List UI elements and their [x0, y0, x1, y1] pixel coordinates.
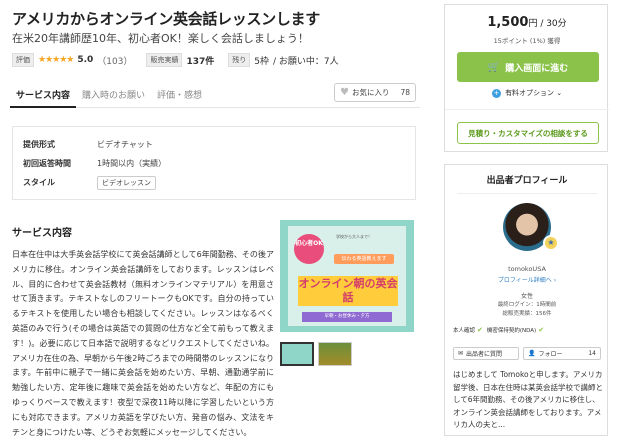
- info-row-format: 提供形式 ビデオチャット: [23, 135, 405, 154]
- format-value: ビデオチャット: [97, 140, 153, 149]
- points-earned: 15ポイント (1%) 獲得: [493, 37, 561, 45]
- service-stats: 評価 ★★★★★ 5.0 （103） 販売実績 137件 残り 5枠 / お願い…: [12, 53, 339, 67]
- service-info-box: 提供形式 ビデオチャット 初回返答時間 1時間以内（実績） スタイル ビデオレッ…: [12, 126, 416, 200]
- price-box: 1,500円 / 30分 15ポイント (1%) 獲得 🛒 購入画面に進む + …: [444, 4, 609, 152]
- sales-tag: 販売実績: [146, 53, 183, 67]
- total-sales: 総販売実績：156件: [502, 311, 552, 317]
- page-title: アメリカからオンライン英会話レッスンします: [12, 10, 320, 28]
- cart-icon: 🛒: [487, 61, 501, 73]
- tab-reviews[interactable]: 評価・感想: [151, 80, 208, 108]
- seller-gender: 女性: [520, 293, 533, 300]
- remaining-value: 5枠: [254, 56, 270, 67]
- hero-image[interactable]: 初心者OK 学校から大人まで！ 伝わる英語教えます オンライン朝の英会話 早朝・…: [280, 220, 414, 332]
- message-label: 出品者に質問: [466, 351, 503, 358]
- sales-count: 137件: [186, 56, 215, 67]
- identity-verified-label: 本人確認: [453, 328, 476, 334]
- hero-main-text: オンライン朝の英会話: [298, 276, 398, 306]
- style-label: スタイル: [23, 178, 55, 187]
- check-icon: ✔: [477, 326, 483, 334]
- section-title: サービス内容: [12, 228, 72, 239]
- seller-intro: はじめまして Tomokoと申します。アメリカ留学後、日本在住時は某英会話学校で…: [453, 370, 603, 429]
- plus-icon: +: [491, 89, 501, 98]
- heart-icon: ♥: [340, 87, 349, 98]
- service-description: 日本在住中は大手英会話学校にて英会話講師として6年間勤務、その後アメリカに移住。…: [12, 250, 274, 436]
- format-label: 提供形式: [23, 140, 55, 149]
- page-subtitle: 在米20年講師歴10年、初心者OK！楽しく会話しましょう！: [12, 32, 309, 45]
- hero-banner: 伝わる英語教えます: [334, 254, 394, 264]
- nda-label: 機密保持契約(NDA): [486, 328, 537, 334]
- service-main: アメリカからオンライン英会話レッスンします 在米20年講師歴10年、初心者OK！…: [10, 0, 420, 436]
- favorite-count: 78: [400, 88, 410, 97]
- seller-profile: 出品者プロフィール ★ tomokoUSA プロフィール詳細へ › 女性 最終ロ…: [444, 164, 608, 436]
- thumbnail-2[interactable]: [318, 342, 352, 366]
- verification-row: 本人確認 ✔ 機密保持契約(NDA) ✔: [453, 326, 548, 334]
- divider: [445, 109, 609, 110]
- last-login: 最終ログイン：1時間前: [497, 302, 557, 308]
- service-tabs: サービス内容 購入時のお願い 評価・感想 ♥ お気に入り 78: [10, 80, 420, 108]
- review-count[interactable]: （103）: [97, 54, 132, 67]
- profile-detail-link[interactable]: プロフィール詳細へ ›: [445, 275, 609, 284]
- buy-button[interactable]: 🛒 購入画面に進む: [457, 52, 599, 82]
- user-plus-icon: 👤: [528, 350, 536, 357]
- image-thumbnails: [280, 342, 356, 366]
- negotiating-count: / お願い中：7人: [273, 56, 339, 67]
- beginner-badge: 初心者OK: [294, 234, 324, 264]
- rating-value: 5.0: [77, 55, 94, 65]
- response-label: 初回返答時間: [23, 159, 71, 168]
- info-row-style: スタイル ビデオレッスン: [23, 173, 405, 192]
- follow-button[interactable]: 👤 フォロー 14: [523, 347, 601, 360]
- price: 1,500円 / 30分: [445, 15, 609, 30]
- response-value: 1時間以内（実績）: [97, 159, 167, 168]
- hero-bottom-text: 早朝・お昼休み・夕方: [302, 312, 392, 322]
- consult-button[interactable]: 見積り・カスタマイズの相談をする: [457, 122, 599, 144]
- chevron-down-icon: ⌄: [556, 89, 563, 97]
- hero-small-text: 学校から大人まで！: [336, 234, 372, 239]
- thumbnail-1[interactable]: [280, 342, 314, 366]
- tab-purchase-request[interactable]: 購入時のお願い: [76, 80, 151, 108]
- divider: [457, 193, 597, 194]
- profile-actions: ✉ 出品者に質問 👤 フォロー 14: [453, 347, 605, 360]
- follow-count: 14: [588, 350, 596, 357]
- option-label: 有料オプション: [505, 89, 555, 97]
- favorite-button[interactable]: ♥ お気に入り 78: [334, 83, 416, 102]
- follow-label: フォロー: [538, 351, 563, 358]
- mail-icon: ✉: [458, 350, 464, 357]
- remaining-tag: 残り: [228, 53, 251, 67]
- favorite-label: お気に入り: [351, 88, 390, 97]
- profile-title: 出品者プロフィール: [486, 176, 568, 186]
- rating-tag: 評価: [12, 53, 34, 67]
- paid-option-link[interactable]: + 有料オプション ⌄: [445, 88, 609, 98]
- price-value: 1,500: [487, 15, 529, 30]
- hero-inner: 初心者OK 学校から大人まで！ 伝わる英語教えます オンライン朝の英会話 早朝・…: [288, 226, 406, 326]
- price-unit: 円 / 30分: [528, 19, 567, 29]
- sidebar: 1,500円 / 30分 15ポイント (1%) 獲得 🛒 購入画面に進む + …: [440, 0, 610, 436]
- info-row-response: 初回返答時間 1時間以内（実績）: [23, 154, 405, 173]
- rank-badge-icon: ★: [543, 235, 559, 251]
- message-seller-button[interactable]: ✉ 出品者に質問: [453, 347, 519, 360]
- seller-username[interactable]: tomokoUSA: [445, 265, 609, 273]
- tab-service-content[interactable]: サービス内容: [10, 80, 77, 108]
- buy-label: 購入画面に進む: [505, 63, 569, 74]
- style-chip[interactable]: ビデオレッスン: [97, 175, 156, 190]
- star-rating-icon: ★★★★★: [38, 55, 74, 65]
- check-icon: ✔: [538, 326, 545, 334]
